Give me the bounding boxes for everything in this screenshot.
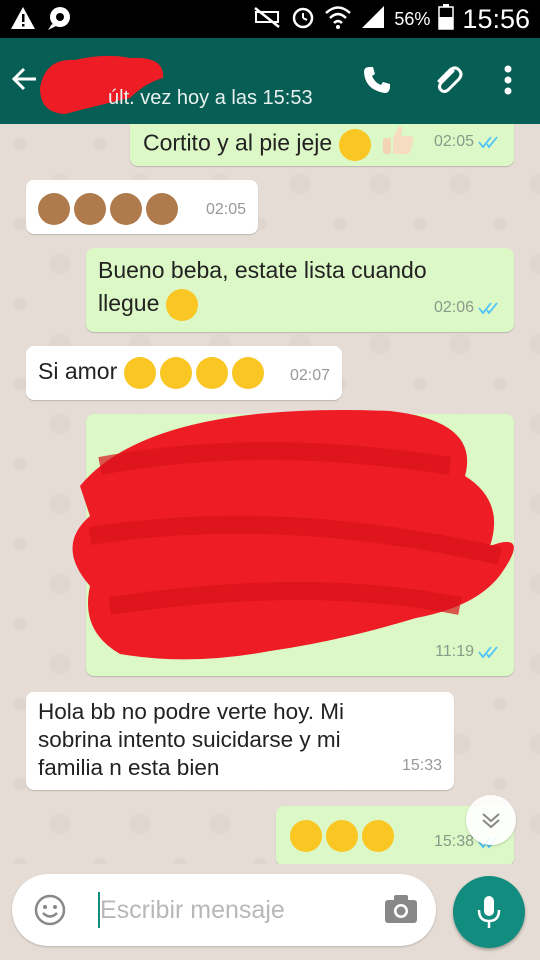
message-input[interactable]: [100, 890, 370, 930]
thumbs-up-emoji-icon: [381, 124, 415, 165]
message-meta: 02:06: [434, 291, 502, 324]
message-time: 15:33: [401, 757, 442, 774]
message-list[interactable]: Cortito y al pie jeje 02:05 02:05 Bueno …: [0, 124, 540, 864]
message-meta: 11:19: [435, 635, 502, 668]
message-time: 11:19: [435, 643, 474, 660]
battery-percent: 56%: [394, 9, 431, 29]
message-meta: 02:05: [434, 125, 502, 158]
wifi-icon: [324, 4, 352, 35]
last-seen-status: últ. vez hoy a las 15:53: [108, 87, 313, 109]
chat-header: últ. vez hoy a las 15:53: [0, 38, 540, 124]
heart-eyes-emoji-icon: [123, 356, 156, 389]
chevron-down-icon: [482, 813, 500, 829]
kissing-smiling-eyes-emoji-icon: [165, 288, 198, 321]
message-time: 02:07: [289, 367, 330, 384]
scroll-to-bottom-button[interactable]: [466, 795, 516, 845]
see-no-evil-monkey-emoji-icon: [146, 192, 178, 225]
heart-eyes-emoji-icon: [195, 356, 228, 389]
message-bubble-incoming[interactable]: Hola bb no podre verte hoy. Mi sobrina i…: [26, 692, 454, 790]
alarm-icon: [290, 4, 316, 35]
message-bubble-outgoing[interactable]: Bueno beba, estate lista cuando llegue 0…: [86, 248, 514, 332]
phone-icon[interactable]: [359, 62, 395, 98]
message-text: Si amor: [38, 358, 118, 384]
message-bubble-incoming[interactable]: 02:05: [26, 180, 258, 234]
message-meta: 02:05: [206, 193, 246, 226]
message-bubble-outgoing-redacted[interactable]: 11:19: [72, 409, 514, 676]
read-ticks-icon: [478, 301, 498, 315]
notification-icon: [46, 6, 74, 35]
message-time: 02:06: [433, 299, 474, 316]
worried-emoji-icon: [326, 819, 358, 852]
warning-icon: [10, 6, 36, 35]
message-text: Bueno beba, estate lista cuando llegue: [98, 257, 427, 316]
frowning-emoji-icon: [362, 819, 394, 852]
battery-icon: [438, 4, 455, 35]
more-vert-icon[interactable]: [490, 62, 526, 98]
message-text: Hola bb no podre verte hoy. Mi sobrina i…: [38, 699, 345, 780]
see-no-evil-monkey-emoji-icon: [38, 192, 70, 225]
attach-icon[interactable]: [430, 62, 466, 98]
smile-emoji-icon: [338, 128, 371, 161]
voice-message-button[interactable]: [453, 876, 525, 948]
status-bar: 56% 15:56: [0, 0, 540, 38]
message-meta: 15:33: [402, 749, 442, 782]
read-ticks-icon: [478, 645, 498, 659]
read-ticks-icon: [478, 135, 498, 149]
message-time: 02:05: [433, 133, 474, 150]
message-text: Cortito y al pie jeje: [143, 129, 333, 156]
emoji-picker-icon[interactable]: [34, 894, 66, 926]
see-no-evil-monkey-emoji-icon: [110, 192, 142, 225]
microphone-icon: [477, 896, 501, 928]
kissing-heart-emoji-icon: [231, 356, 264, 389]
see-no-evil-monkey-emoji-icon: [74, 192, 106, 225]
camera-icon[interactable]: [384, 894, 418, 924]
message-bubble-incoming[interactable]: Si amor 02:07: [26, 346, 342, 400]
confused-emoji-icon: [290, 819, 322, 852]
message-meta: 02:07: [290, 359, 330, 392]
mute-icon: [252, 5, 282, 34]
signal-icon: [360, 4, 386, 35]
message-compose-bar: [12, 874, 436, 946]
message-bubble-outgoing[interactable]: Cortito y al pie jeje 02:05: [130, 124, 514, 166]
heart-eyes-emoji-icon: [159, 356, 192, 389]
clock: 15:56: [462, 4, 530, 34]
message-time: 02:05: [205, 201, 246, 218]
